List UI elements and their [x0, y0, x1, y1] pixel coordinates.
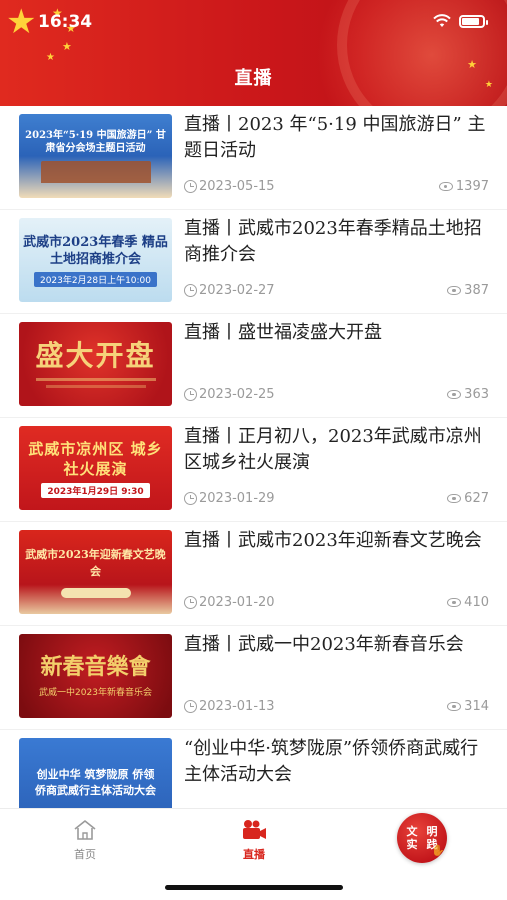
item-title[interactable]: 直播丨武威市2023年迎新春文艺晚会 [184, 528, 489, 554]
list-item[interactable]: 2023年“5·19 中国旅游日” 甘肃省分会场主题日活动 直播丨2023 年“… [0, 106, 507, 210]
item-title[interactable]: 直播丨武威市2023年春季精品土地招商推介会 [184, 216, 489, 268]
list-item[interactable]: 武威市凉州区 城乡社火展演 2023年1月29日 9:30 直播丨正月初八，20… [0, 418, 507, 522]
list-item[interactable]: 创业中华 筑梦陇原 侨领侨商武威行主体活动大会 “创业中华·筑梦陇原”侨领侨商武… [0, 730, 507, 808]
badge-char: 文 [406, 825, 418, 838]
item-date: 2023-01-13 [184, 699, 275, 714]
item-views: 387 [447, 283, 489, 298]
clock-icon [184, 492, 197, 505]
views-text: 387 [464, 283, 489, 298]
item-title[interactable]: 直播丨2023 年“5·19 中国旅游日” 主题日活动 [184, 112, 489, 164]
badge-char: 实 [406, 838, 418, 851]
item-thumbnail[interactable]: 盛大开盘 [19, 322, 172, 406]
clock-icon [184, 284, 197, 297]
thumbnail-subtext: 2023年1月29日 9:30 [41, 482, 150, 498]
item-date: 2023-05-15 [184, 179, 275, 194]
tab-home-label: 首页 [74, 848, 96, 861]
date-text: 2023-01-29 [199, 491, 275, 506]
thumbnail-banner [60, 588, 131, 598]
home-indicator[interactable] [165, 885, 343, 890]
item-date: 2023-01-20 [184, 595, 275, 610]
hand-icon: ✋ [431, 844, 445, 857]
list-item[interactable]: 武威市2023年迎新春文艺晚会 直播丨武威市2023年迎新春文艺晚会 2023-… [0, 522, 507, 626]
eye-icon [438, 182, 453, 191]
thumbnail-text: 新春音樂會 [40, 653, 151, 680]
item-meta: 2023-01-20 410 [184, 595, 489, 613]
item-views: 363 [447, 387, 489, 402]
item-meta: 2023-02-27 387 [184, 283, 489, 301]
date-text: 2023-05-15 [199, 179, 275, 194]
views-text: 627 [464, 491, 489, 506]
eye-icon [447, 598, 462, 607]
thumbnail-subtext: 2023年2月28日上午10:00 [33, 271, 158, 287]
item-views: 410 [447, 595, 489, 610]
tab-home[interactable]: 首页 [45, 819, 125, 862]
eye-icon [447, 494, 462, 503]
thumbnail-text: 武威市2023年春季 精品土地招商推介会 [23, 234, 168, 267]
item-views: 314 [447, 699, 489, 714]
item-views: 1397 [438, 179, 489, 194]
battery-icon [459, 14, 488, 28]
item-meta: 2023-01-29 627 [184, 491, 489, 509]
list-item[interactable]: 武威市2023年春季 精品土地招商推介会 2023年2月28日上午10:00 直… [0, 210, 507, 314]
app-header: ★ ★ ★ ★ ★ ★ ★ 16:34 直播 [0, 0, 507, 106]
eye-icon [447, 286, 462, 295]
home-icon [74, 820, 96, 840]
status-icons [433, 14, 488, 28]
video-camera-icon [243, 820, 266, 839]
thumbnail-text: 创业中华 筑梦陇原 侨领侨商武威行主体活动大会 [35, 768, 156, 797]
views-text: 1397 [455, 179, 489, 194]
item-thumbnail[interactable]: 创业中华 筑梦陇原 侨领侨商武威行主体活动大会 [19, 738, 172, 808]
item-date: 2023-02-25 [184, 387, 275, 402]
list-item[interactable]: 新春音樂會 武威一中2023年新春音乐会 直播丨武威一中2023年新春音乐会 2… [0, 626, 507, 730]
item-meta: 2023-02-25 363 [184, 387, 489, 405]
item-thumbnail[interactable]: 武威市2023年迎新春文艺晚会 [19, 530, 172, 614]
thumbnail-subtext: 武威一中2023年新春音乐会 [39, 687, 152, 698]
flag-small-star-icon: ★ [46, 52, 55, 63]
item-title[interactable]: 直播丨正月初八，2023年武威市凉州区城乡社火展演 [184, 424, 489, 476]
thumbnail-divider [35, 378, 156, 381]
views-text: 363 [464, 387, 489, 402]
item-thumbnail[interactable]: 武威市2023年春季 精品土地招商推介会 2023年2月28日上午10:00 [19, 218, 172, 302]
status-time: 16:34 [38, 12, 93, 32]
wifi-icon [433, 14, 451, 27]
item-title[interactable]: “创业中华·筑梦陇原”侨领侨商武威行主体活动大会 [184, 736, 489, 788]
eye-icon [447, 390, 462, 399]
date-text: 2023-02-25 [199, 387, 275, 402]
item-meta: 2023-05-15 1397 [184, 179, 489, 197]
thumbnail-text: 武威市2023年迎新春文艺晚会 [25, 548, 166, 578]
item-views: 627 [447, 491, 489, 506]
flag-big-star-icon: ★ [6, 2, 37, 42]
item-title[interactable]: 直播丨盛世福凌盛大开盘 [184, 320, 489, 346]
item-date: 2023-01-29 [184, 491, 275, 506]
item-meta: 2023-01-13 314 [184, 699, 489, 717]
building-graphic [40, 161, 151, 183]
clock-icon [184, 388, 197, 401]
item-title[interactable]: 直播丨武威一中2023年新春音乐会 [184, 632, 489, 658]
tab-live[interactable]: 直播 [214, 819, 294, 862]
eye-icon [447, 702, 462, 711]
tab-live-label: 直播 [243, 848, 265, 861]
thumbnail-divider [45, 385, 146, 388]
clock-icon [184, 180, 197, 193]
date-text: 2023-01-20 [199, 595, 275, 610]
clock-icon [184, 700, 197, 713]
thumbnail-text: 2023年“5·19 中国旅游日” 甘肃省分会场主题日活动 [25, 130, 166, 154]
civilization-practice-button[interactable]: 文 明 实 践 ✋ [397, 813, 447, 863]
flag-small-star-icon: ★ [62, 40, 72, 53]
item-date: 2023-02-27 [184, 283, 275, 298]
list-item[interactable]: 盛大开盘 直播丨盛世福凌盛大开盘 2023-02-25 363 [0, 314, 507, 418]
clock-icon [184, 596, 197, 609]
thumbnail-text: 武威市凉州区 城乡社火展演 [28, 439, 163, 478]
page-title: 直播 [234, 68, 273, 89]
thumbnail-text: 盛大开盘 [35, 339, 156, 372]
item-thumbnail[interactable]: 2023年“5·19 中国旅游日” 甘肃省分会场主题日活动 [19, 114, 172, 198]
date-text: 2023-02-27 [199, 283, 275, 298]
item-thumbnail[interactable]: 新春音樂會 武威一中2023年新春音乐会 [19, 634, 172, 718]
item-thumbnail[interactable]: 武威市凉州区 城乡社火展演 2023年1月29日 9:30 [19, 426, 172, 510]
date-text: 2023-01-13 [199, 699, 275, 714]
live-list[interactable]: 2023年“5·19 中国旅游日” 甘肃省分会场主题日活动 直播丨2023 年“… [0, 106, 507, 808]
views-text: 314 [464, 699, 489, 714]
views-text: 410 [464, 595, 489, 610]
badge-char: 明 [426, 825, 438, 838]
